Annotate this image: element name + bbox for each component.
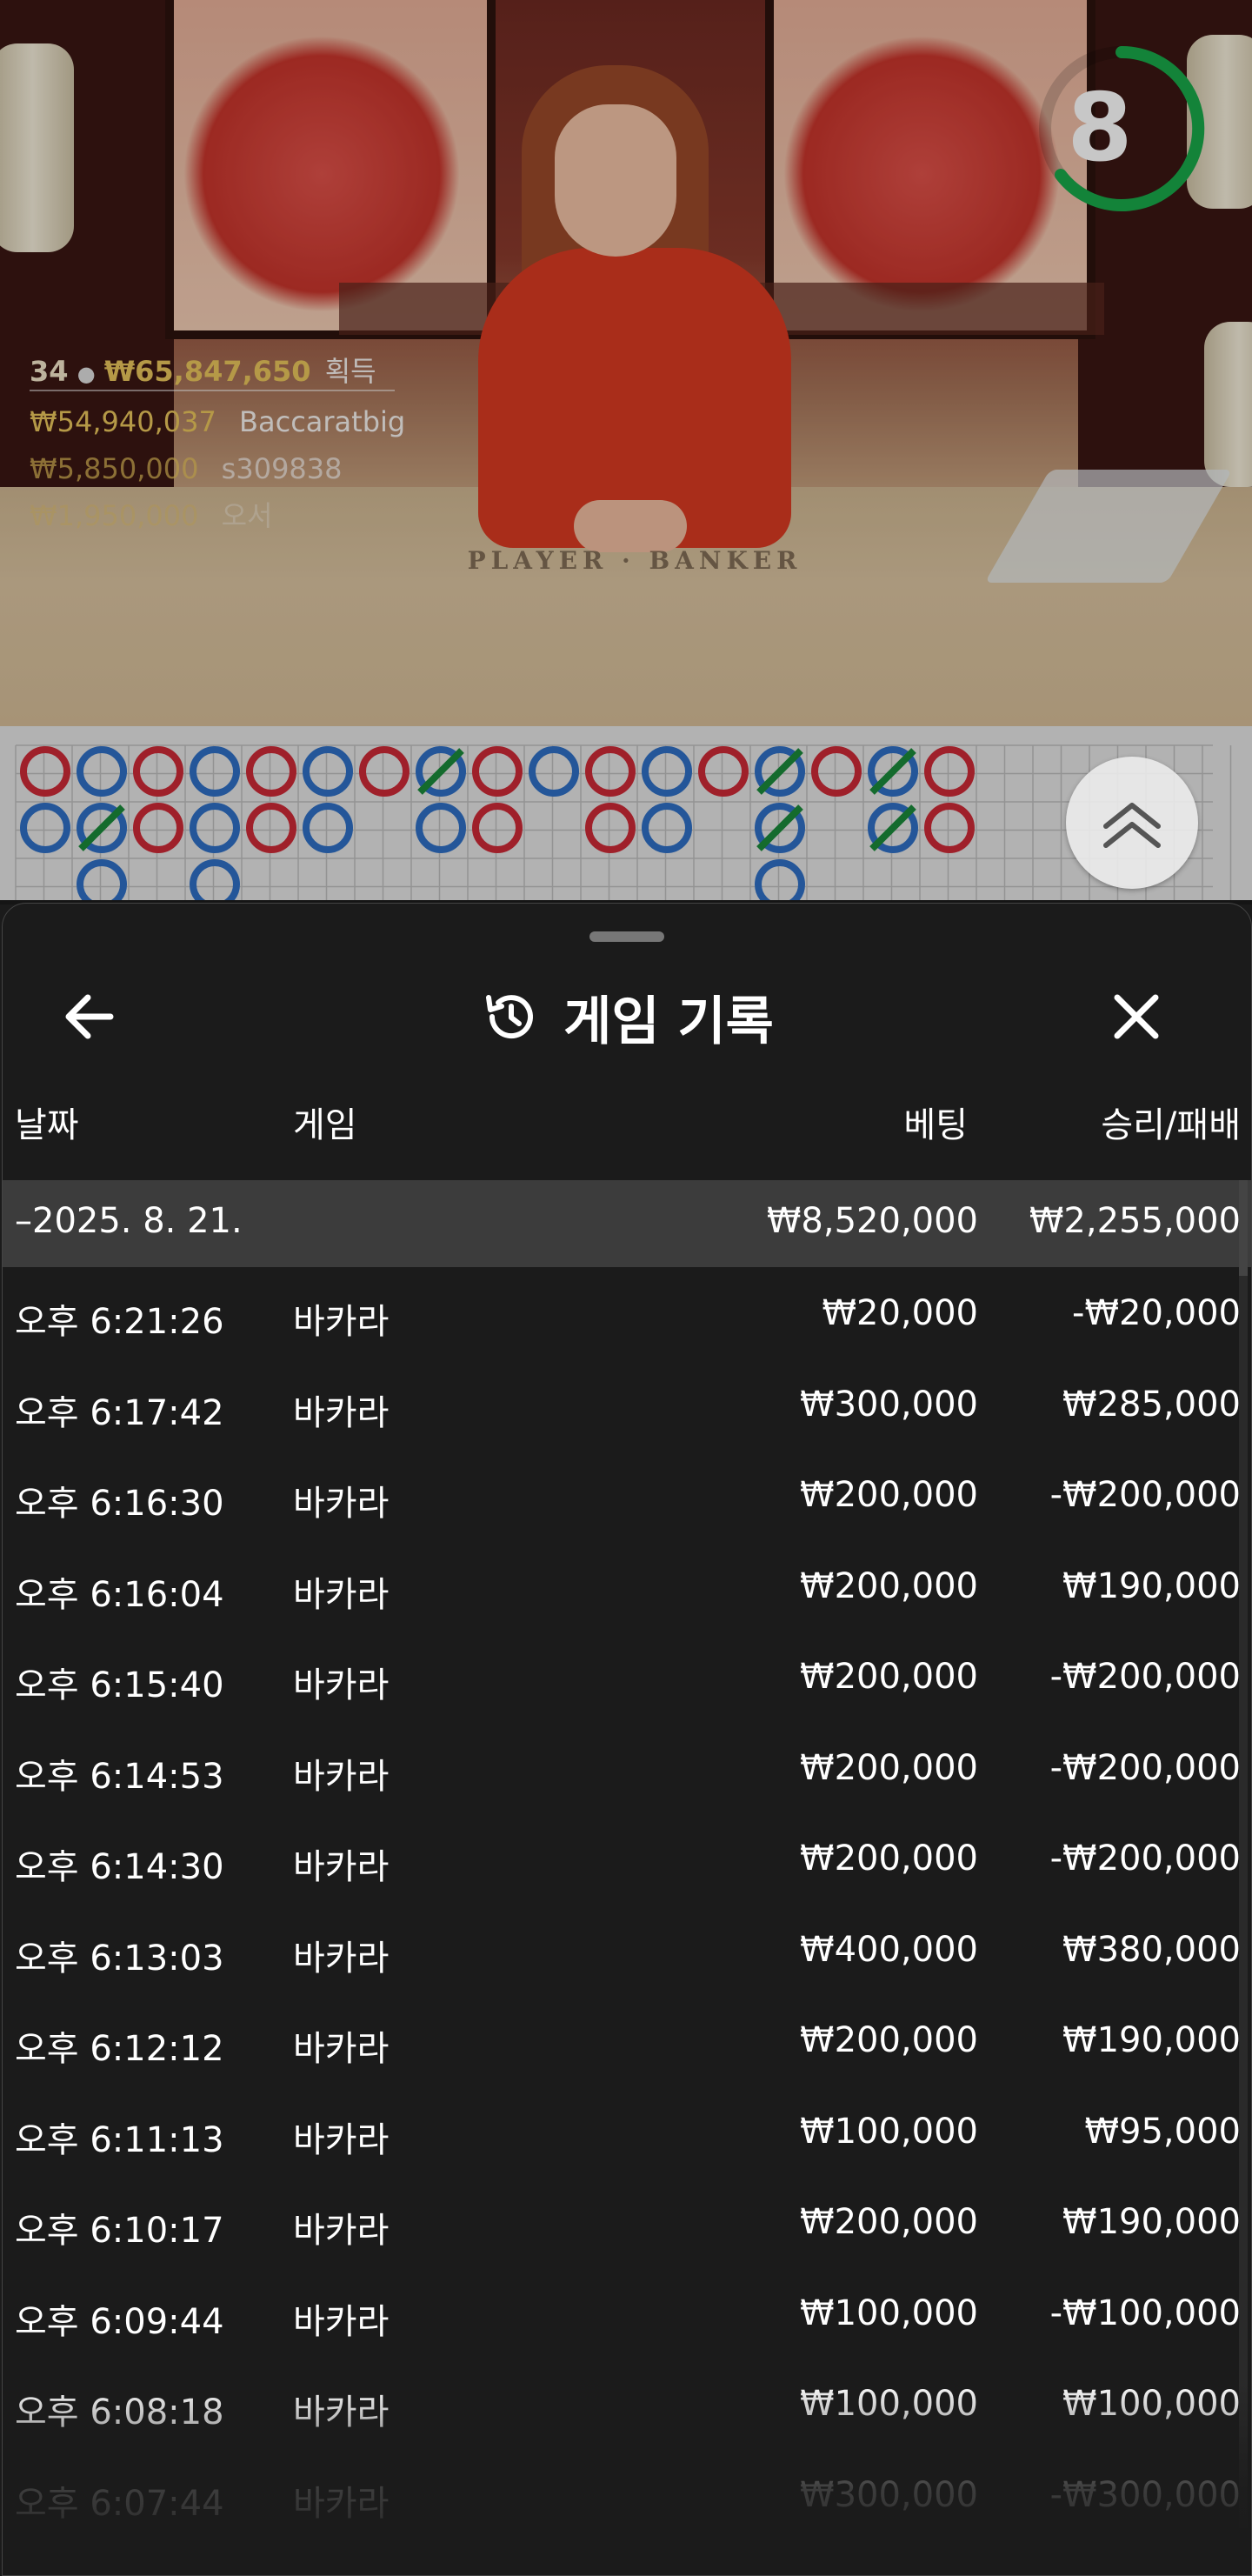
history-row[interactable]: 오후 6:14:53 바카라 ₩200,000 -₩200,000 xyxy=(3,1722,1241,1813)
close-button[interactable] xyxy=(1100,980,1173,1053)
column-header-bet: 베팅 xyxy=(903,1105,968,1145)
history-time: 오후 6:21:26 xyxy=(15,1302,224,1342)
history-game: 바카라 xyxy=(293,1392,390,1433)
history-row[interactable]: 오후 6:07:44 바카라 ₩300,000 -₩300,000 xyxy=(3,2449,1241,2540)
history-row[interactable]: 오후 6:09:44 바카라 ₩100,000 -₩100,000 xyxy=(3,2267,1241,2359)
history-bet: ₩100,000 xyxy=(800,2292,978,2333)
history-bet: ₩100,000 xyxy=(800,2384,978,2424)
history-result: -₩200,000 xyxy=(1049,1839,1241,1879)
history-row[interactable]: 오후 6:16:04 바카라 ₩200,000 ₩190,000 xyxy=(3,1540,1241,1632)
history-game: 바카라 xyxy=(293,2119,390,2160)
history-bet: ₩200,000 xyxy=(800,2202,978,2242)
history-game: 바카라 xyxy=(293,2483,390,2524)
history-row[interactable]: 오후 6:12:12 바카라 ₩200,000 ₩190,000 xyxy=(3,1994,1241,2085)
history-result: -₩20,000 xyxy=(1072,1293,1241,1333)
game-history-sheet: 게임 기록 날짜 게임 베팅 승리/패배 –2025. 8. 21. ₩8,52… xyxy=(2,903,1252,2576)
history-result: ₩190,000 xyxy=(1062,2202,1241,2242)
history-row[interactable]: 오후 6:14:30 바카라 ₩200,000 -₩200,000 xyxy=(3,1812,1241,1904)
history-row[interactable]: 오후 6:16:30 바카라 ₩200,000 -₩200,000 xyxy=(3,1449,1241,1540)
expand-roadmap-button[interactable] xyxy=(1066,757,1198,889)
history-bet: ₩20,000 xyxy=(822,1293,978,1333)
history-bet: ₩400,000 xyxy=(800,1929,978,1970)
history-time: 오후 6:16:04 xyxy=(15,1574,224,1615)
history-game: 바카라 xyxy=(293,2301,390,2342)
double-chevron-up-icon xyxy=(1103,803,1161,848)
history-row[interactable]: 오후 6:15:40 바카라 ₩200,000 -₩200,000 xyxy=(3,1631,1241,1722)
history-game: 바카라 xyxy=(293,2392,390,2433)
history-time: 오후 6:14:53 xyxy=(15,1756,224,1797)
sheet-header: 게임 기록 xyxy=(3,973,1251,1060)
history-game: 바카라 xyxy=(293,2211,390,2251)
history-row[interactable]: 오후 6:13:03 바카라 ₩400,000 ₩380,000 xyxy=(3,1904,1241,1995)
summary-result: ₩2,255,000 xyxy=(1029,1201,1241,1241)
history-bet: ₩200,000 xyxy=(800,1475,978,1515)
history-result: ₩190,000 xyxy=(1062,2020,1241,2060)
history-bet: ₩200,000 xyxy=(800,2020,978,2060)
column-header-date: 날짜 xyxy=(15,1105,79,1145)
history-game: 바카라 xyxy=(293,1574,390,1615)
history-bet: ₩200,000 xyxy=(800,1657,978,1697)
history-bet: ₩200,000 xyxy=(800,1839,978,1879)
history-game: 바카라 xyxy=(293,1756,390,1797)
history-row[interactable]: 오후 6:08:18 바카라 ₩100,000 ₩100,000 xyxy=(3,2358,1241,2449)
history-time: 오후 6:15:40 xyxy=(15,1665,224,1705)
history-result: ₩100,000 xyxy=(1062,2384,1241,2424)
history-time: 오후 6:07:44 xyxy=(15,2483,224,2524)
history-time: 오후 6:11:13 xyxy=(15,2119,224,2160)
history-game: 바카라 xyxy=(293,1484,390,1524)
history-time: 오후 6:16:30 xyxy=(15,1484,224,1524)
summary-bet: ₩8,520,000 xyxy=(766,1201,978,1241)
overlay-dim xyxy=(0,0,1252,904)
date-summary-row[interactable]: –2025. 8. 21. ₩8,520,000 ₩2,255,000 xyxy=(3,1180,1251,1267)
history-game: 바카라 xyxy=(293,1938,390,1979)
history-result: ₩285,000 xyxy=(1062,1384,1241,1425)
history-bet: ₩100,000 xyxy=(800,2111,978,2152)
history-bet: ₩200,000 xyxy=(800,1565,978,1606)
history-time: 오후 6:12:12 xyxy=(15,2029,224,2069)
history-game: 바카라 xyxy=(293,1847,390,1887)
sheet-drag-handle[interactable] xyxy=(589,931,664,942)
history-result: ₩380,000 xyxy=(1062,1929,1241,1970)
history-row[interactable]: 오후 6:21:26 바카라 ₩20,000 -₩20,000 xyxy=(3,1267,1241,1358)
history-result: ₩190,000 xyxy=(1062,1565,1241,1606)
scrollbar-track[interactable] xyxy=(1239,1180,1248,2528)
history-result: ₩95,000 xyxy=(1084,2111,1241,2152)
history-time: 오후 6:10:17 xyxy=(15,2211,224,2251)
history-game: 바카라 xyxy=(293,2029,390,2069)
sheet-title: 게임 기록 xyxy=(563,991,774,1052)
history-time: 오후 6:17:42 xyxy=(15,1392,224,1433)
history-row[interactable]: 오후 6:10:17 바카라 ₩200,000 ₩190,000 xyxy=(3,2176,1241,2267)
history-game: 바카라 xyxy=(293,1665,390,1705)
history-game: 바카라 xyxy=(293,1302,390,1342)
history-time: 오후 6:08:18 xyxy=(15,2392,224,2433)
close-icon xyxy=(1114,994,1159,1039)
history-icon xyxy=(486,995,534,1039)
column-header-game: 게임 xyxy=(293,1105,357,1145)
history-result: -₩200,000 xyxy=(1049,1657,1241,1697)
history-result: -₩300,000 xyxy=(1049,2474,1241,2515)
history-result: -₩100,000 xyxy=(1049,2292,1241,2333)
history-time: 오후 6:14:30 xyxy=(15,1847,224,1887)
history-bet: ₩300,000 xyxy=(800,1384,978,1425)
history-time: 오후 6:13:03 xyxy=(15,1938,224,1979)
column-header-result: 승리/패배 xyxy=(1101,1105,1241,1145)
history-bet: ₩200,000 xyxy=(800,1747,978,1788)
history-row[interactable]: 오후 6:11:13 바카라 ₩100,000 ₩95,000 xyxy=(3,2085,1241,2177)
summary-date: –2025. 8. 21. xyxy=(15,1201,243,1241)
history-result: -₩200,000 xyxy=(1049,1747,1241,1788)
scrollbar-thumb[interactable] xyxy=(1239,1180,1248,1276)
history-time: 오후 6:09:44 xyxy=(15,2301,224,2342)
history-result: -₩200,000 xyxy=(1049,1475,1241,1515)
history-bet: ₩300,000 xyxy=(800,2474,978,2515)
history-row[interactable]: 오후 6:17:42 바카라 ₩300,000 ₩285,000 xyxy=(3,1358,1241,1450)
